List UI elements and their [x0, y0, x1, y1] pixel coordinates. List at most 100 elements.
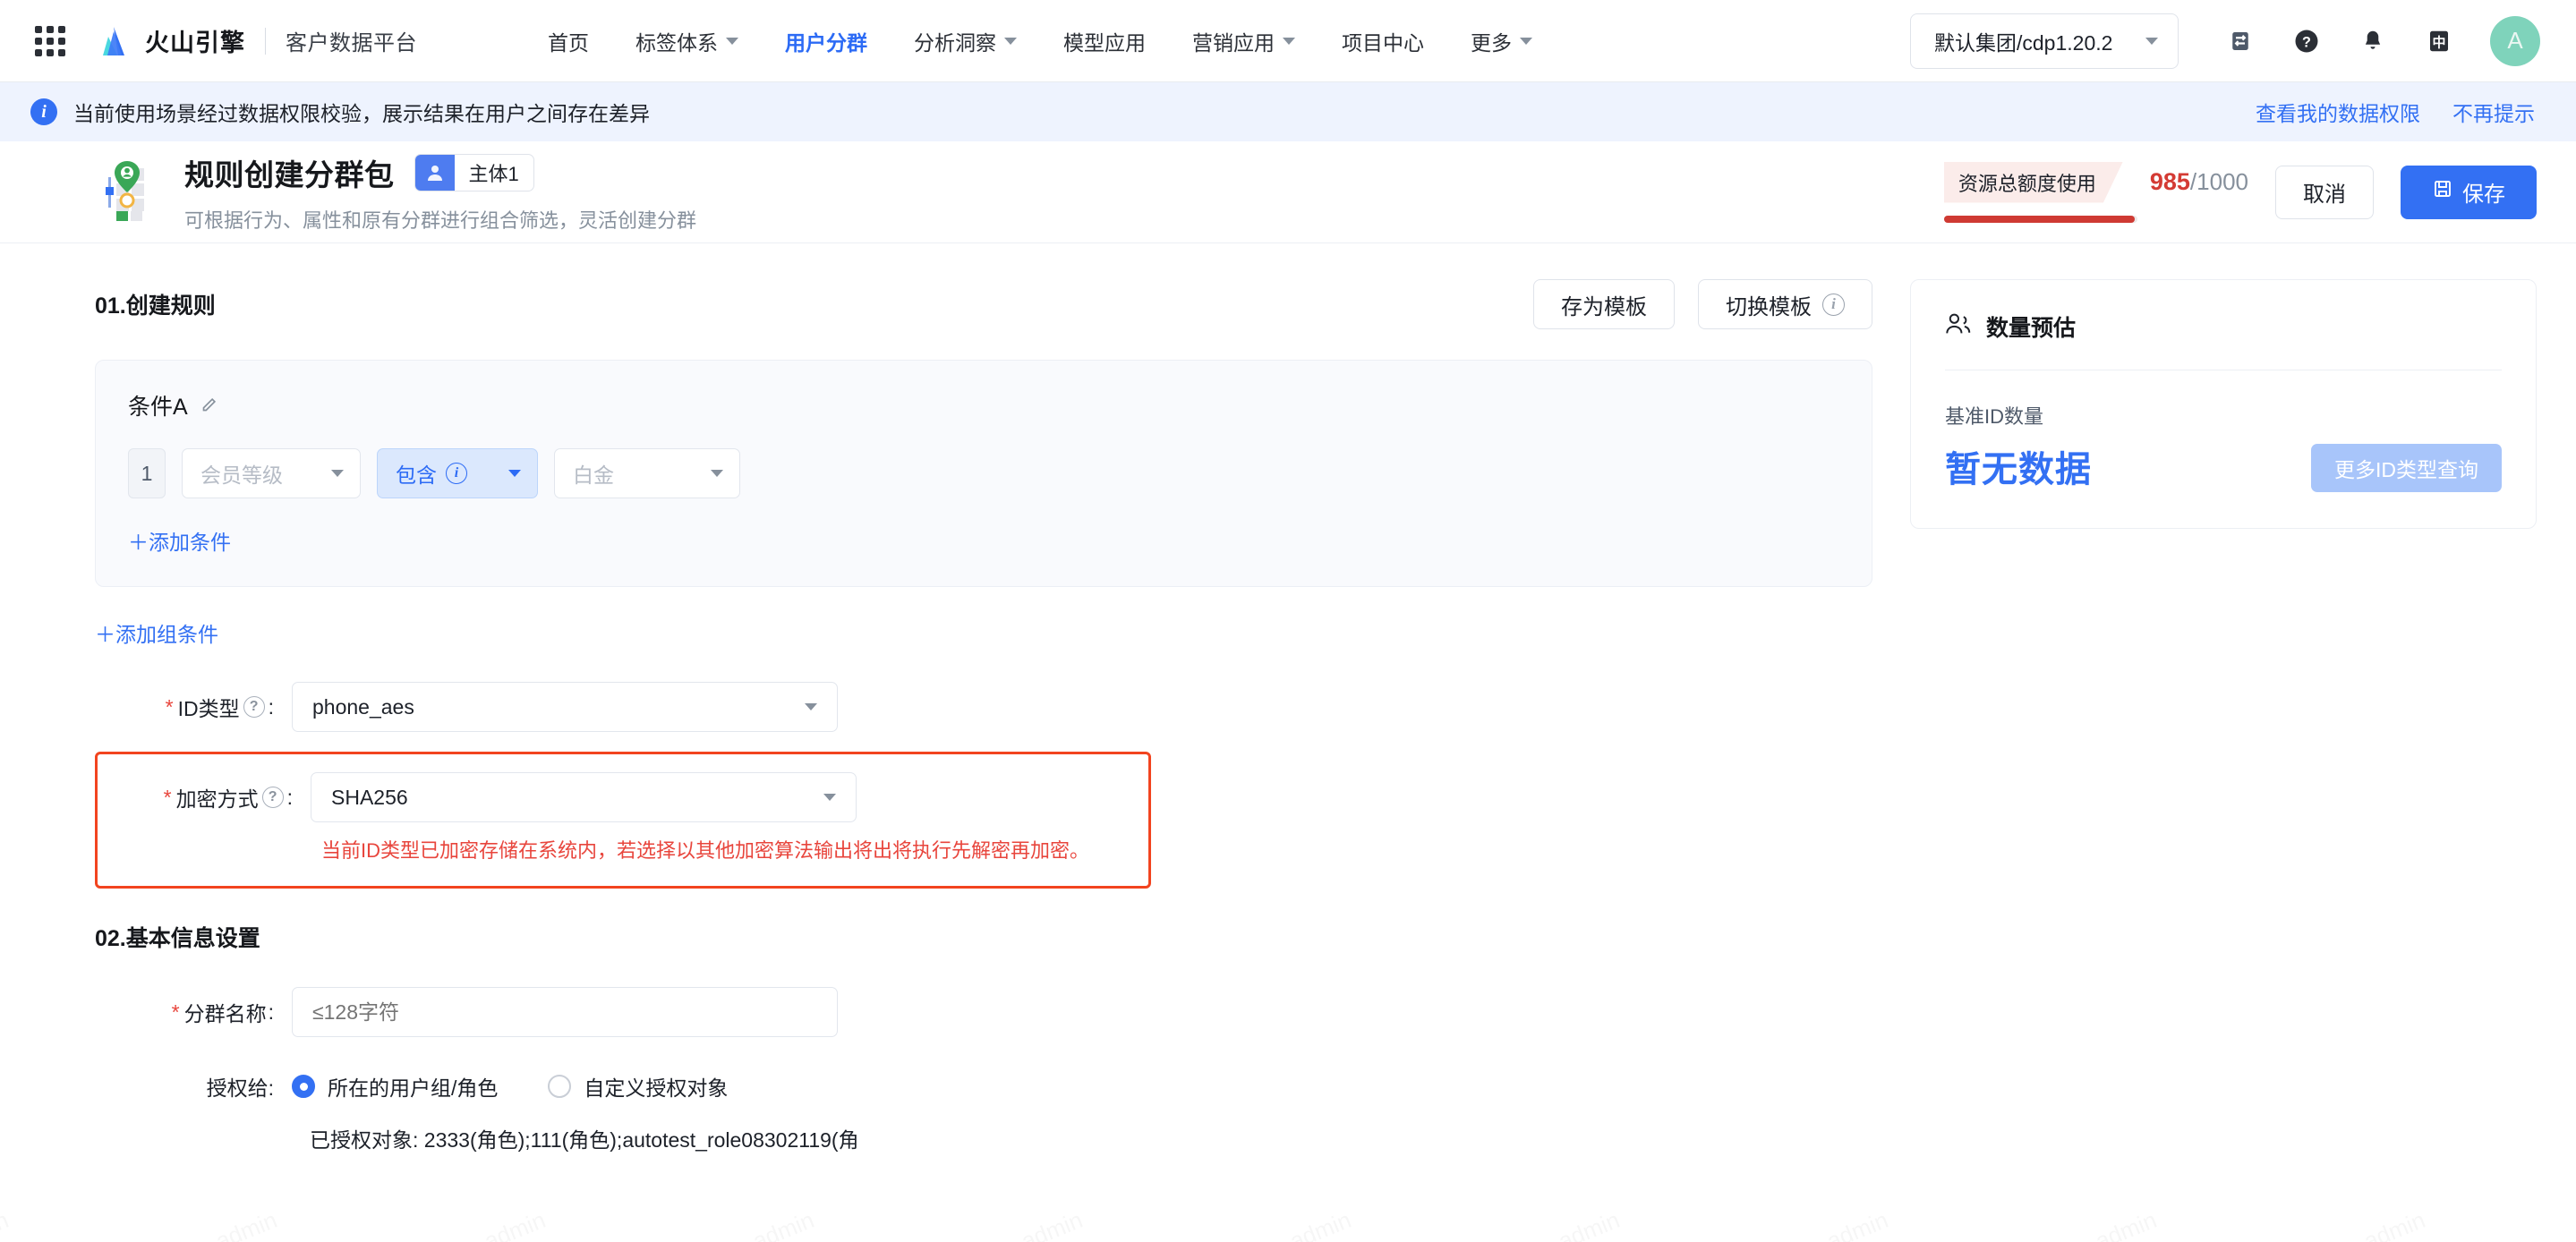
language-icon[interactable]: 中	[2411, 13, 2467, 69]
condition-title-row: 条件A	[128, 389, 1839, 421]
encryption-row: * 加密方式 ? : SHA256	[114, 772, 1129, 822]
condition-value-select[interactable]: 白金	[554, 448, 740, 498]
chevron-down-icon	[823, 794, 836, 801]
menu-item-label: 分析洞察	[914, 30, 996, 55]
users-icon	[1945, 312, 1972, 342]
menu-item-5[interactable]: 营销应用	[1169, 17, 1318, 65]
radio-dot-icon	[548, 1075, 572, 1099]
add-condition-link[interactable]: ＋添加条件	[128, 525, 231, 556]
chevron-down-icon	[331, 470, 344, 477]
brand-subtitle: 客户数据平台	[286, 31, 417, 55]
save-as-template-button[interactable]: 存为模板	[1533, 279, 1675, 329]
brand-logo-group[interactable]: 火山引擎 客户数据平台	[97, 23, 417, 58]
top-navigation-bar: 火山引擎 客户数据平台 首页 标签体系 用户分群 分析洞察 模型应用 营销应用 项目中心 更多…	[0, 0, 2576, 82]
quantity-estimate-title: 数量预估	[1986, 316, 2077, 341]
condition-field-select[interactable]: 会员等级	[182, 448, 361, 498]
avatar[interactable]: A	[2490, 15, 2540, 66]
bell-icon[interactable]	[2345, 13, 2401, 69]
save-button[interactable]: 保存	[2401, 165, 2537, 219]
quota-used: 985	[2149, 168, 2190, 195]
condition-group-card: 条件A 1 会员等级 包含 i 白金 ＋添加条件	[95, 360, 1872, 587]
condition-name: 条件A	[128, 395, 188, 420]
switch-template-label: 切换模板	[1726, 294, 1812, 319]
page-title-row: 规则创建分群包 主体1	[184, 151, 696, 194]
group-name-row: * 分群名称 :	[95, 987, 1872, 1038]
dismiss-banner-link[interactable]: 不再提示	[2452, 97, 2535, 127]
switch-template-button[interactable]: 切换模板 i	[1698, 279, 1872, 329]
quantity-estimate-title-row: 数量预估	[1945, 310, 2502, 343]
menu-item-label: 首页	[548, 30, 589, 55]
watermark-text: admin	[1823, 1206, 1892, 1242]
menu-item-2[interactable]: 用户分群	[762, 17, 891, 65]
question-mark-icon[interactable]: ?	[243, 696, 265, 718]
condition-operator-select[interactable]: 包含 i	[377, 448, 538, 498]
baseline-id-count-label: 基准ID数量	[1945, 405, 2044, 428]
watermark-text: admin	[1018, 1206, 1087, 1242]
menu-item-4[interactable]: 模型应用	[1040, 17, 1169, 65]
info-circle-icon: i	[1822, 293, 1845, 316]
app-root: admin admin admin admin admin admin admin admin…	[0, 0, 2576, 1242]
data-permission-banner: i 当前使用场景经过数据权限校验，展示结果在用户之间存在差异 查看我的数据权限 …	[0, 82, 2576, 141]
menu-item-1[interactable]: 标签体系	[612, 17, 762, 65]
section-2-title: 02.基本信息设置	[95, 926, 260, 952]
subject-badge[interactable]: 主体1	[414, 153, 534, 191]
quantity-estimate-card: 数量预估 基准ID数量 暂无数据 更多ID类型查询	[1910, 279, 2537, 529]
quota-label: 资源总额度使用	[1944, 162, 2123, 203]
id-type-row: * ID类型 ? : phone_aes	[95, 682, 1872, 732]
colon: :	[286, 785, 293, 809]
required-asterisk: *	[163, 785, 172, 809]
authorize-radio-1[interactable]: 自定义授权对象	[548, 1071, 728, 1102]
save-icon	[2432, 178, 2453, 206]
menu-item-3[interactable]: 分析洞察	[891, 17, 1040, 65]
encryption-warning-text: 当前ID类型已加密存储在系统内，若选择以其他加密算法输出将出将执行先解密再加密。	[321, 839, 1090, 862]
section-1-title: 01.创建规则	[95, 293, 216, 319]
apps-grid-icon[interactable]	[34, 25, 66, 57]
brand-divider	[265, 27, 266, 55]
page-header: 规则创建分群包 主体1 可根据行为、属性和原有分群进行组合筛选，灵活创建分群 资…	[0, 141, 2576, 243]
section-1-header: 01.创建规则 存为模板 切换模板 i	[95, 279, 1872, 329]
encryption-value: SHA256	[331, 785, 408, 809]
page-body: 01.创建规则 存为模板 切换模板 i 条件A 1 会员等级 包含 i 白金 ＋…	[0, 243, 2576, 1154]
baseline-id-count-value: 暂无数据	[1945, 450, 2092, 489]
cancel-button[interactable]: 取消	[2275, 165, 2374, 219]
group-name-input[interactable]	[292, 987, 838, 1038]
switch-icon[interactable]	[2213, 13, 2268, 69]
person-icon	[414, 154, 455, 191]
view-my-data-permission-link[interactable]: 查看我的数据权限	[2256, 97, 2420, 127]
group-name-label-text: 分群名称	[183, 1002, 267, 1026]
chevron-down-icon	[1283, 37, 1295, 45]
chevron-down-icon	[1004, 37, 1017, 45]
tenant-selector-value: 默认集团/cdp1.20.2	[1934, 30, 2113, 55]
condition-field-value: 会员等级	[200, 464, 283, 487]
banner-links: 查看我的数据权限 不再提示	[2256, 97, 2535, 127]
watermark-text: admin	[0, 1206, 13, 1242]
resource-quota: 资源总额度使用 985/1000	[1943, 162, 2248, 223]
tenant-selector[interactable]: 默认集团/cdp1.20.2	[1910, 13, 2179, 69]
encryption-select[interactable]: SHA256	[311, 772, 857, 822]
quota-total: 1000	[2196, 168, 2248, 195]
chevron-down-icon	[805, 703, 817, 710]
menu-item-label: 模型应用	[1063, 30, 1146, 55]
colon: :	[268, 694, 274, 719]
menu-item-0[interactable]: 首页	[525, 17, 612, 65]
baseline-id-count-row: 暂无数据 更多ID类型查询	[1945, 440, 2502, 492]
quota-row: 资源总额度使用 985/1000	[1944, 162, 2248, 203]
side-column: 数量预估 基准ID数量 暂无数据 更多ID类型查询	[1910, 279, 2537, 1153]
menu-item-7[interactable]: 更多	[1447, 17, 1556, 65]
menu-item-label: 营销应用	[1192, 30, 1275, 55]
encryption-label: * 加密方式 ? :	[114, 782, 311, 812]
quota-progress-bar	[1943, 215, 2137, 223]
add-group-condition-link[interactable]: ＋添加组条件	[95, 617, 218, 648]
id-type-select[interactable]: phone_aes	[292, 682, 838, 732]
page-header-texts: 规则创建分群包 主体1 可根据行为、属性和原有分群进行组合筛选，灵活创建分群	[184, 151, 696, 234]
menu-item-label: 项目中心	[1342, 30, 1424, 55]
watermark-text: admin	[2092, 1206, 2161, 1242]
question-mark-icon[interactable]: ?	[261, 787, 284, 808]
more-id-type-query-button[interactable]: 更多ID类型查询	[2311, 444, 2502, 492]
help-icon[interactable]: ?	[2279, 13, 2334, 69]
authorize-radio-0[interactable]: 所在的用户组/角色	[292, 1071, 498, 1102]
id-type-label-text: ID类型	[177, 697, 240, 720]
colon: :	[268, 1000, 274, 1024]
menu-item-6[interactable]: 项目中心	[1318, 17, 1447, 65]
edit-pencil-icon[interactable]	[199, 396, 218, 415]
